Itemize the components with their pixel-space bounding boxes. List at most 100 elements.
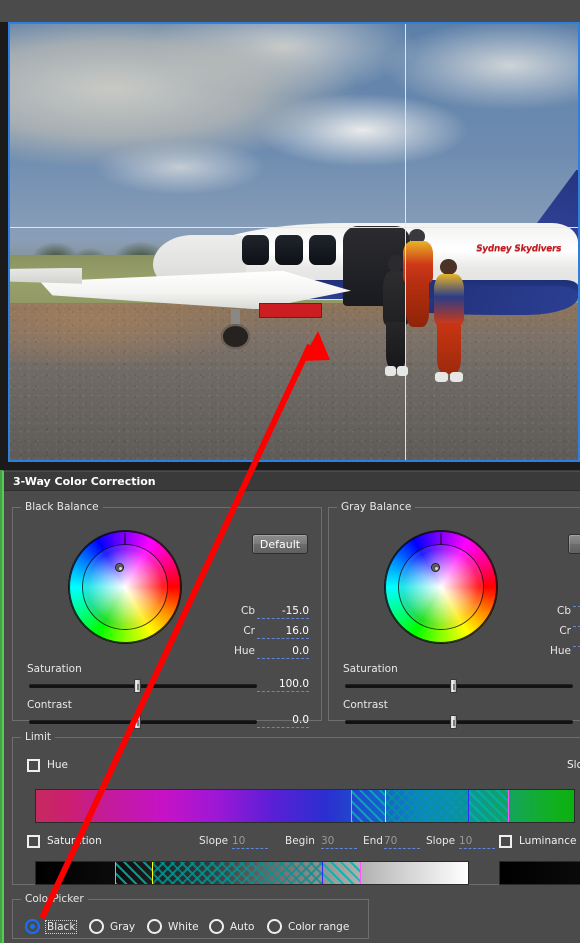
airplane-window <box>308 235 337 265</box>
hue-marker-slope-start[interactable] <box>350 790 352 822</box>
black-balance-saturation-slider[interactable] <box>29 679 257 693</box>
slider-thumb[interactable] <box>449 679 457 693</box>
black-balance-cr-value[interactable]: 16.0 <box>257 625 309 639</box>
black-balance-color-wheel[interactable] <box>69 531 181 643</box>
limit-luminance-checkbox[interactable] <box>499 835 512 848</box>
slider-thumb[interactable] <box>133 679 141 693</box>
group-color-picker-legend: ColorPicker <box>25 893 84 905</box>
balance-handle[interactable] <box>115 563 124 572</box>
skydiver-body <box>433 274 464 326</box>
guide-line-horizontal[interactable] <box>10 226 578 228</box>
gray-balance-saturation-slider[interactable] <box>345 679 573 693</box>
limit-hue-slope-right-label: Slo <box>567 759 580 771</box>
group-color-picker: ColorPicker Black Gray White Auto Color … <box>12 893 369 939</box>
limit-hue-label: Hue <box>47 759 69 771</box>
saturation-marker-slope-end[interactable] <box>360 862 362 884</box>
skydiver-head <box>388 255 404 273</box>
color-picker-radio-gray[interactable] <box>89 919 104 934</box>
group-limit-legend: Limit <box>25 731 52 743</box>
hue-limit-bar[interactable] <box>35 789 575 823</box>
saturation-slope-out-region <box>322 862 361 884</box>
color-picker-label-white: White <box>168 921 199 933</box>
airplane-landing-wheel <box>220 324 251 350</box>
gray-balance-contrast-slider[interactable] <box>345 715 573 729</box>
limit-saturation-checkbox[interactable] <box>27 835 40 848</box>
gray-balance-default-button[interactable]: D <box>568 534 580 554</box>
gray-balance-saturation-label: Saturation <box>343 663 398 675</box>
gray-balance-hue-label: Hue <box>549 645 571 657</box>
airplane-brand-text: Sydney Skydivers <box>475 244 562 255</box>
luminance-limit-bar[interactable] <box>499 861 580 885</box>
hue-marker-end[interactable] <box>468 790 469 822</box>
hue-marker-slope-end[interactable] <box>507 790 509 822</box>
color-picker-label-color-range: Color range <box>288 921 350 933</box>
limit-end-label: End <box>363 835 383 847</box>
saturation-limit-bar[interactable] <box>35 861 469 885</box>
limit-begin-label: Begin <box>285 835 315 847</box>
saturation-disc[interactable] <box>398 544 484 630</box>
black-balance-contrast-slider[interactable] <box>29 715 257 729</box>
gray-balance-color-wheel[interactable] <box>385 531 497 643</box>
airplane-red-decal <box>258 303 322 319</box>
saturation-marker-begin[interactable] <box>151 862 153 884</box>
skydiver-head <box>440 259 457 276</box>
gray-balance-cb-value[interactable] <box>573 605 580 607</box>
black-balance-contrast-value[interactable]: 0.0 <box>257 714 309 728</box>
limit-slope-in-value[interactable]: 10 <box>232 835 268 849</box>
limit-end-value[interactable]: 70 <box>384 835 420 849</box>
limit-slope-in-label: Slope <box>199 835 229 847</box>
hue-slope-out-region <box>468 790 508 822</box>
gray-balance-cr-label: Cr <box>559 625 571 637</box>
balance-handle[interactable] <box>431 563 440 572</box>
color-picker-radio-black[interactable] <box>25 919 40 934</box>
hue-marker-begin[interactable] <box>384 790 386 822</box>
black-balance-hue-value[interactable]: 0.0 <box>257 645 309 659</box>
viewer-selection-frame[interactable]: Sydney Skydivers <box>8 22 580 462</box>
group-black-balance: Black Balance Default Cb -15.0 Cr 16.0 H… <box>12 501 322 729</box>
airplane: Sydney Skydivers <box>10 169 578 359</box>
hue-active-region <box>384 790 468 822</box>
panel-body: Black Balance Default Cb -15.0 Cr 16.0 H… <box>4 491 580 943</box>
skydiver-shoe <box>384 366 396 376</box>
saturation-marker-end[interactable] <box>322 862 324 884</box>
skydiver-legs <box>405 281 430 328</box>
gray-balance-cr-value[interactable] <box>573 625 580 627</box>
saturation-slope-in-region <box>114 862 152 884</box>
limit-begin-value[interactable]: 30 <box>321 835 357 849</box>
airplane-window <box>275 235 303 265</box>
skydiver-shoe <box>435 371 448 382</box>
skydiver-shoe <box>450 371 463 382</box>
skydiver-shoe <box>396 366 408 376</box>
panel-title: 3-Way Color Correction <box>4 472 580 491</box>
black-balance-cr-label: Cr <box>243 625 255 637</box>
group-gray-balance: Gray Balance D Cb Cr Hue Saturation Cont… <box>328 501 580 729</box>
saturation-marker-slope-start[interactable] <box>114 862 116 884</box>
limit-saturation-label: Saturation <box>47 835 102 847</box>
black-balance-cb-label: Cb <box>241 605 255 617</box>
skydiver-body <box>402 241 433 284</box>
color-picker-radio-white[interactable] <box>147 919 162 934</box>
gray-balance-hue-value[interactable] <box>573 645 580 647</box>
limit-slope-out-value[interactable]: 10 <box>459 835 495 849</box>
slider-thumb[interactable] <box>449 715 457 729</box>
slider-track <box>29 684 257 688</box>
color-picker-radio-auto[interactable] <box>209 919 224 934</box>
color-picker-radio-color-range[interactable] <box>267 919 282 934</box>
guide-line-vertical[interactable] <box>404 24 406 460</box>
black-balance-saturation-value[interactable]: 100.0 <box>257 678 309 692</box>
black-balance-cb-value[interactable]: -15.0 <box>257 605 309 619</box>
color-picker-label-gray: Gray <box>110 921 136 933</box>
viewer-topbar <box>0 0 580 22</box>
saturation-active-region <box>151 862 323 884</box>
limit-hue-checkbox[interactable] <box>27 759 40 772</box>
group-limit: Limit Hue Slo Saturation Slope 10 Begin … <box>12 731 580 885</box>
preview-image[interactable]: Sydney Skydivers <box>10 24 578 460</box>
skydiver-3 <box>433 259 464 382</box>
slider-thumb[interactable] <box>133 715 141 729</box>
black-balance-default-button[interactable]: Default <box>252 534 308 554</box>
group-gray-balance-legend: Gray Balance <box>341 501 412 513</box>
slider-track <box>345 720 573 724</box>
skydiver-2 <box>402 228 433 334</box>
black-balance-hue-label: Hue <box>233 645 255 657</box>
saturation-disc[interactable] <box>82 544 168 630</box>
